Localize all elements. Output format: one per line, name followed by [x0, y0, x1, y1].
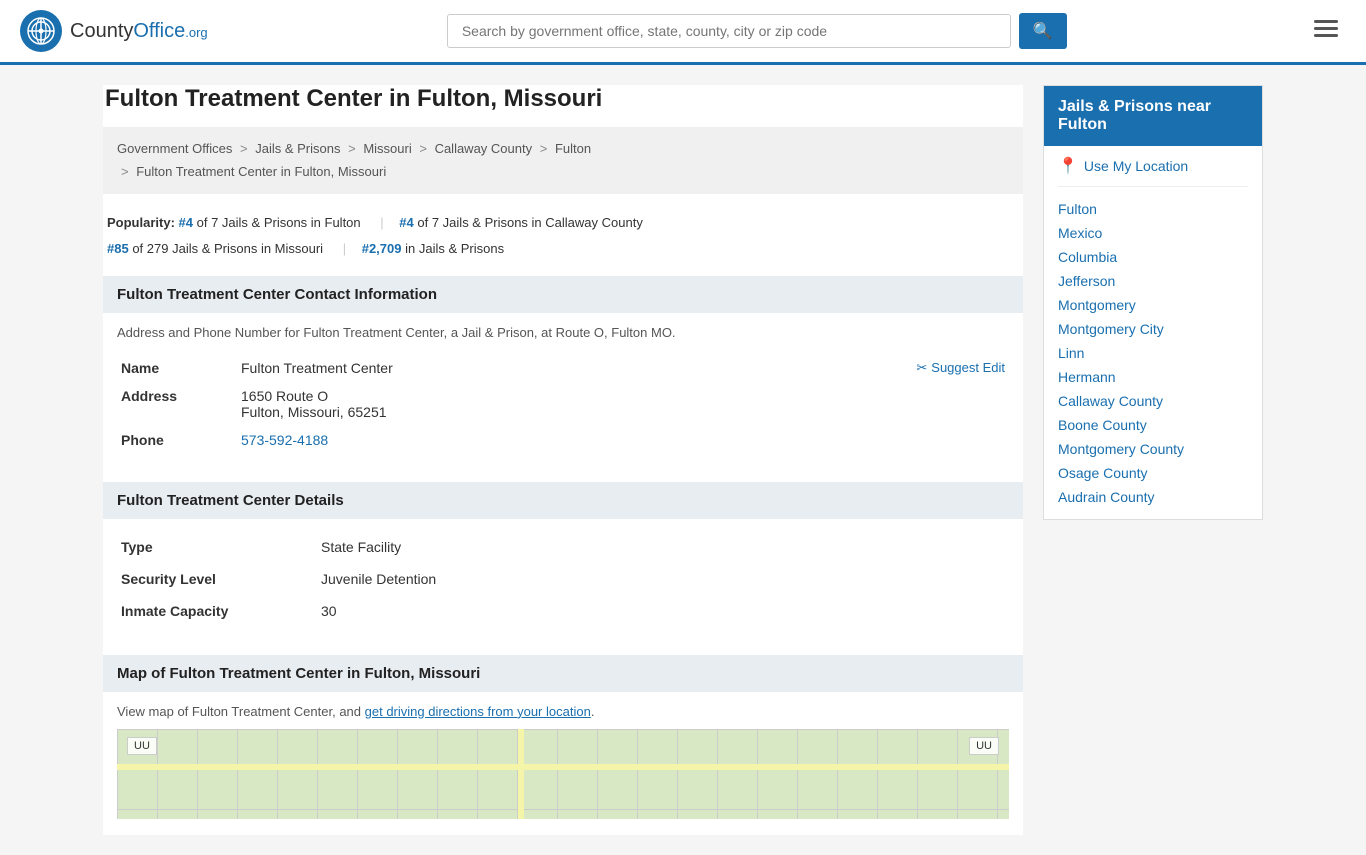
- sidebar-box: Jails & Prisons near Fulton 📍 Use My Loc…: [1043, 85, 1263, 520]
- map-section-header: Map of Fulton Treatment Center in Fulton…: [103, 655, 1023, 692]
- sidebar-list-item: Linn: [1058, 341, 1248, 365]
- map-road-vertical: [518, 729, 524, 819]
- sidebar-link-6[interactable]: Linn: [1058, 345, 1084, 361]
- breadcrumb-link-4[interactable]: Callaway County: [435, 141, 533, 156]
- logo[interactable]: CountyOffice.org: [20, 10, 208, 52]
- sidebar-body: 📍 Use My Location Fulton Mexico Columbia Je…: [1044, 146, 1262, 519]
- contact-section-header: Fulton Treatment Center Contact Informat…: [103, 276, 1023, 313]
- popularity-label: Popularity:: [107, 215, 175, 230]
- use-location-button[interactable]: 📍 Use My Location: [1058, 156, 1248, 187]
- capacity-label: Inmate Capacity: [117, 595, 317, 627]
- breadcrumb-sep: >: [240, 141, 248, 156]
- map-section: Map of Fulton Treatment Center in Fulton…: [103, 655, 1023, 835]
- sidebar-list-item: Boone County: [1058, 413, 1248, 437]
- contact-description: Address and Phone Number for Fulton Trea…: [117, 325, 1009, 340]
- map-description: View map of Fulton Treatment Center, and…: [117, 704, 1009, 719]
- logo-text: CountyOffice.org: [70, 20, 208, 43]
- sidebar-link-4[interactable]: Montgomery: [1058, 297, 1136, 313]
- sidebar-link-9[interactable]: Boone County: [1058, 417, 1147, 433]
- location-pin-icon: 📍: [1058, 156, 1078, 176]
- capacity-value: 30: [317, 595, 1009, 627]
- suggest-edit-icon: ✂: [916, 360, 927, 376]
- map-label-left: UU: [127, 737, 157, 755]
- details-section: Fulton Treatment Center Details Type Sta…: [103, 482, 1023, 643]
- sidebar-list-item: Montgomery: [1058, 293, 1248, 317]
- breadcrumb-sep: >: [121, 164, 129, 179]
- logo-icon: [20, 10, 62, 52]
- sidebar-link-5[interactable]: Montgomery City: [1058, 321, 1164, 337]
- menu-button[interactable]: [1306, 14, 1346, 48]
- popularity-stat4: #2,709 in Jails & Prisons: [362, 236, 504, 262]
- breadcrumb-link-2[interactable]: Jails & Prisons: [255, 141, 340, 156]
- sidebar-list-item: Columbia: [1058, 245, 1248, 269]
- phone-label: Phone: [117, 426, 237, 454]
- details-section-header: Fulton Treatment Center Details: [103, 482, 1023, 519]
- sidebar-list-item: Callaway County: [1058, 389, 1248, 413]
- security-label: Security Level: [117, 563, 317, 595]
- contact-name-row: Name Fulton Treatment Center ✂ Suggest E…: [117, 354, 1009, 382]
- sidebar-link-8[interactable]: Callaway County: [1058, 393, 1163, 409]
- sidebar-links-list: Fulton Mexico Columbia Jefferson Montgomery M…: [1058, 197, 1248, 509]
- breadcrumb: Government Offices > Jails & Prisons > M…: [103, 127, 1023, 194]
- security-value: Juvenile Detention: [317, 563, 1009, 595]
- breadcrumb-link-6[interactable]: Fulton Treatment Center in Fulton, Misso…: [136, 164, 386, 179]
- popularity-section: Popularity: #4 of 7 Jails & Prisons in F…: [103, 210, 1023, 276]
- breadcrumb-link-3[interactable]: Missouri: [363, 141, 411, 156]
- map-road-horizontal: [117, 764, 1009, 770]
- sidebar-link-0[interactable]: Fulton: [1058, 201, 1097, 217]
- map-container[interactable]: UU UU 📍 Fulton Treatment Center: [117, 729, 1009, 819]
- search-button[interactable]: 🔍: [1019, 13, 1067, 49]
- contact-phone-row: Phone 573-592-4188: [117, 426, 1009, 454]
- contact-section: Fulton Treatment Center Contact Informat…: [103, 276, 1023, 470]
- map-label-right: UU: [969, 737, 999, 755]
- search-input[interactable]: [447, 14, 1011, 48]
- sidebar-list-item: Hermann: [1058, 365, 1248, 389]
- name-label: Name: [117, 354, 237, 382]
- popularity-stat1: #4 of 7 Jails & Prisons in Fulton: [179, 210, 361, 236]
- popularity-stat2: #4 of 7 Jails & Prisons in Callaway Coun…: [399, 210, 643, 236]
- sidebar-title: Jails & Prisons near Fulton: [1044, 86, 1262, 146]
- contact-address-row: Address 1650 Route O Fulton, Missouri, 6…: [117, 382, 1009, 426]
- suggest-edit-button[interactable]: ✂ Suggest Edit: [916, 360, 1005, 376]
- sidebar-link-3[interactable]: Jefferson: [1058, 273, 1115, 289]
- driving-directions-link[interactable]: get driving directions from your locatio…: [365, 704, 591, 719]
- details-type-row: Type State Facility: [117, 531, 1009, 563]
- phone-value[interactable]: 573-592-4188: [237, 426, 1009, 454]
- sidebar-list-item: Osage County: [1058, 461, 1248, 485]
- address-value: 1650 Route O Fulton, Missouri, 65251: [237, 382, 1009, 426]
- page-title: Fulton Treatment Center in Fulton, Misso…: [103, 85, 1023, 113]
- sidebar-link-7[interactable]: Hermann: [1058, 369, 1116, 385]
- sidebar-list-item: Montgomery City: [1058, 317, 1248, 341]
- address-label: Address: [117, 382, 237, 426]
- sidebar-list-item: Fulton: [1058, 197, 1248, 221]
- sidebar-link-2[interactable]: Columbia: [1058, 249, 1117, 265]
- name-value: Fulton Treatment Center ✂ Suggest Edit: [237, 354, 1009, 382]
- sidebar-link-11[interactable]: Osage County: [1058, 465, 1148, 481]
- breadcrumb-sep: >: [419, 141, 427, 156]
- sidebar-list-item: Audrain County: [1058, 485, 1248, 509]
- sidebar-list-item: Montgomery County: [1058, 437, 1248, 461]
- breadcrumb-link-5[interactable]: Fulton: [555, 141, 591, 156]
- details-security-row: Security Level Juvenile Detention: [117, 563, 1009, 595]
- sidebar: Jails & Prisons near Fulton 📍 Use My Loc…: [1043, 85, 1263, 835]
- breadcrumb-sep: >: [348, 141, 356, 156]
- sidebar-link-12[interactable]: Audrain County: [1058, 489, 1155, 505]
- sidebar-link-10[interactable]: Montgomery County: [1058, 441, 1184, 457]
- type-label: Type: [117, 531, 317, 563]
- sidebar-link-1[interactable]: Mexico: [1058, 225, 1102, 241]
- use-location-label: Use My Location: [1084, 158, 1188, 174]
- search-icon: 🔍: [1033, 23, 1053, 40]
- phone-link[interactable]: 573-592-4188: [241, 432, 328, 448]
- map-background: [117, 729, 1009, 819]
- type-value: State Facility: [317, 531, 1009, 563]
- details-capacity-row: Inmate Capacity 30: [117, 595, 1009, 627]
- breadcrumb-sep: >: [540, 141, 548, 156]
- popularity-stat3: #85 of 279 Jails & Prisons in Missouri: [107, 236, 323, 262]
- breadcrumb-link-1[interactable]: Government Offices: [117, 141, 232, 156]
- sidebar-list-item: Jefferson: [1058, 269, 1248, 293]
- sidebar-list-item: Mexico: [1058, 221, 1248, 245]
